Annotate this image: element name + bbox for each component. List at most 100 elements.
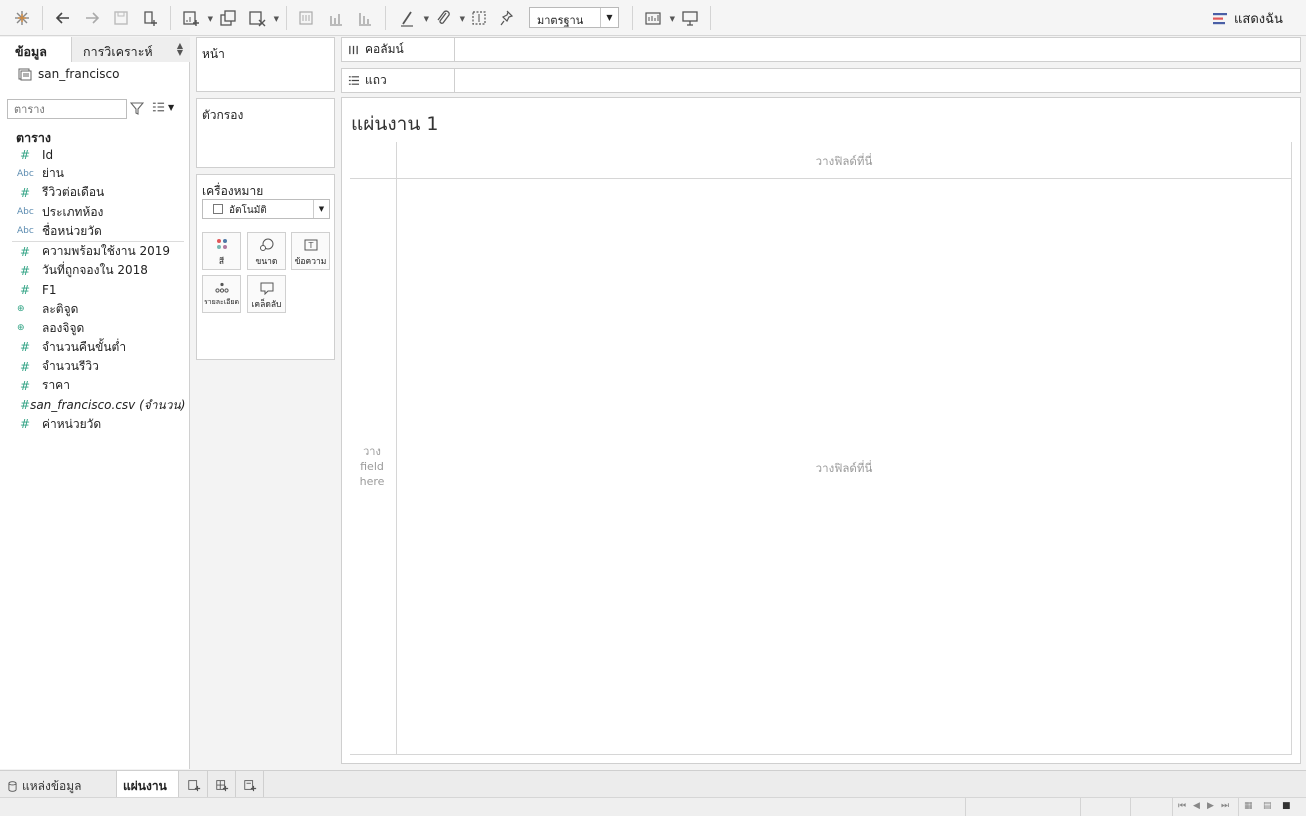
mark-type-dropdown[interactable]: อัตโนมัติ ▼	[202, 199, 330, 219]
filter-icon[interactable]	[130, 101, 144, 115]
tooltip-button[interactable]: เคล็ดลับ	[247, 275, 286, 313]
data-pane: ข้อมูล การวิเคราะห์ ▲▼ san_francisco ▼ ต…	[0, 37, 190, 769]
field-name: F1	[42, 282, 57, 297]
sheet-title[interactable]: แผ่นงาน 1	[351, 109, 438, 139]
field-name: san_francisco.csv (จำนวน)	[30, 397, 186, 412]
field-name: ราคา	[42, 378, 70, 393]
tooltip-icon	[260, 282, 273, 295]
field-item[interactable]: # san_francisco.csv (จำนวน)	[12, 395, 186, 414]
drop-zone-columns[interactable]: วางฟิลด์ที่นี่	[397, 153, 1291, 171]
number-icon: #	[20, 378, 31, 393]
svg-text:T: T	[307, 241, 313, 250]
size-icon	[259, 238, 273, 251]
tab-data[interactable]: ข้อมูล	[0, 37, 71, 62]
tooltip-label: เคล็ดลับ	[251, 300, 282, 310]
globe-icon: ⊕	[17, 323, 25, 334]
new-story-tab-icon[interactable]	[236, 771, 264, 798]
sort-descending-icon[interactable]	[354, 6, 376, 30]
field-item[interactable]: Abc ย่าน	[12, 164, 184, 183]
drop-left-line-1: วาง	[363, 445, 381, 458]
datasource-tab[interactable]: แหล่งข้อมูล	[8, 777, 82, 796]
new-worksheet-tab-icon[interactable]	[180, 771, 208, 798]
save-icon[interactable]	[110, 6, 132, 30]
pin-icon[interactable]	[496, 6, 518, 30]
fit-dropdown[interactable]: มาตรฐาน ▼	[529, 7, 619, 28]
columns-shelf[interactable]: คอลัมน์	[341, 37, 1301, 62]
field-name: รีวิวต่อเดือน	[42, 185, 105, 200]
attachment-icon[interactable]: ▼	[431, 6, 465, 30]
field-item[interactable]: ⊕ ลองจิจูด	[12, 319, 184, 338]
pages-shelf[interactable]: หน้า	[196, 37, 335, 92]
text-label: ข้อความ	[294, 257, 327, 267]
next-sheet-icon[interactable]: ▶	[1207, 801, 1214, 811]
field-name: จำนวนรีวิว	[42, 359, 99, 374]
field-item[interactable]: # จำนวนคืนขั้นต่ำ	[12, 338, 184, 357]
drop-zone-rows[interactable]: วาง field here	[350, 444, 394, 489]
field-item[interactable]: # ค่าหน่วยวัด	[12, 415, 184, 434]
field-item[interactable]: # วันที่ถูกจองใน 2018	[12, 261, 184, 280]
duplicate-sheet-icon[interactable]	[217, 6, 239, 30]
text-button[interactable]: T ข้อความ	[291, 232, 330, 270]
field-list: # Id Abc ย่าน # รีวิวต่อเดือน Abc ประเภทห้อง Abc…	[12, 145, 186, 434]
string-icon: Abc	[17, 226, 34, 237]
redo-icon[interactable]	[81, 6, 103, 30]
number-icon: #	[20, 398, 31, 413]
presentation-mode-icon[interactable]	[679, 6, 701, 30]
rows-shelf[interactable]: แถว	[341, 68, 1301, 93]
new-worksheet-icon[interactable]: ▼	[179, 6, 213, 30]
search-row: ▼	[7, 99, 187, 119]
number-icon: #	[20, 185, 31, 200]
tableau-logo-icon[interactable]	[11, 6, 33, 30]
field-item[interactable]: # F1	[12, 280, 184, 299]
tab-sheet-1[interactable]: แผ่นงาน 1	[116, 771, 179, 810]
swap-rows-columns-icon[interactable]	[295, 6, 317, 30]
field-name: ชื่อหน่วยวัด	[42, 223, 102, 238]
color-label: สี	[218, 257, 225, 267]
field-item[interactable]: # ความพร้อมใช้งาน 2019	[12, 242, 184, 261]
view-options-icon[interactable]: ▼	[152, 101, 174, 113]
fix-axes-icon[interactable]	[468, 6, 490, 30]
first-sheet-icon[interactable]: ⏮	[1178, 801, 1186, 811]
clear-sheet-icon[interactable]: ▼	[245, 6, 279, 30]
prev-sheet-icon[interactable]: ◀	[1193, 801, 1200, 811]
field-item[interactable]: # จำนวนรีวิว	[12, 357, 184, 376]
show-me-button[interactable]: แสดงฉัน	[1213, 8, 1283, 29]
field-item[interactable]: # ราคา	[12, 376, 184, 395]
new-datasource-icon[interactable]	[139, 6, 161, 30]
last-sheet-icon[interactable]: ⏭	[1221, 801, 1229, 811]
tab-analytics[interactable]: การวิเคราะห์ ▲ ▼	[71, 37, 190, 62]
field-item[interactable]: Abc ประเภทห้อง	[12, 203, 184, 222]
field-name: ประเภทห้อง	[42, 204, 104, 219]
status-bar: ⏮ ◀ ▶ ⏭ ▦ ▤ ■	[0, 797, 1306, 816]
datasource-item[interactable]: san_francisco	[18, 67, 119, 81]
drop-zone-center[interactable]: วางฟิลด์ที่นี่	[397, 460, 1291, 478]
filters-shelf[interactable]: ตัวกรอง	[196, 98, 335, 168]
color-button[interactable]: สี	[202, 232, 241, 270]
worksheet-canvas: แผ่นงาน 1 วางฟิลด์ที่นี่ วางฟิลด์ที่นี่ …	[341, 97, 1301, 764]
highlight-icon[interactable]: ▼	[395, 6, 429, 30]
field-item[interactable]: ⊕ ละติจูด	[12, 300, 184, 319]
sort-ascending-icon[interactable]	[325, 6, 347, 30]
search-input[interactable]	[7, 99, 127, 119]
field-item[interactable]: Abc ชื่อหน่วยวัด	[12, 222, 184, 241]
undo-icon[interactable]	[52, 6, 74, 30]
datasource-icon	[18, 68, 32, 81]
field-name: Id	[42, 147, 54, 162]
field-item[interactable]: # Id	[12, 145, 184, 164]
size-button[interactable]: ขนาด	[247, 232, 286, 270]
new-dashboard-tab-icon[interactable]	[208, 771, 236, 798]
sorter-view-icon[interactable]: ▤	[1263, 801, 1272, 811]
number-icon: #	[20, 147, 31, 162]
tab-analytics-label: การวิเคราะห์	[83, 44, 153, 59]
detail-button[interactable]: รายละเอียด	[202, 275, 241, 313]
sheet-tab-bar: แหล่งข้อมูล แผ่นงาน 1	[0, 770, 1306, 810]
chevron-down-icon: ▼	[313, 200, 329, 218]
toolbar: ▼ ▼ ▼ ▼ มาตรฐาน ▼ ▼ แสดงฉัน	[0, 0, 1306, 36]
square-icon	[213, 204, 223, 214]
show-labels-icon[interactable]: ▼	[641, 6, 675, 30]
chevron-down-icon: ▼	[600, 8, 618, 27]
filmstrip-view-icon[interactable]: ▦	[1244, 801, 1253, 811]
tabs-view-icon[interactable]: ■	[1282, 801, 1291, 811]
field-item[interactable]: # รีวิวต่อเดือน	[12, 183, 184, 202]
columns-label: คอลัมน์	[342, 38, 455, 61]
